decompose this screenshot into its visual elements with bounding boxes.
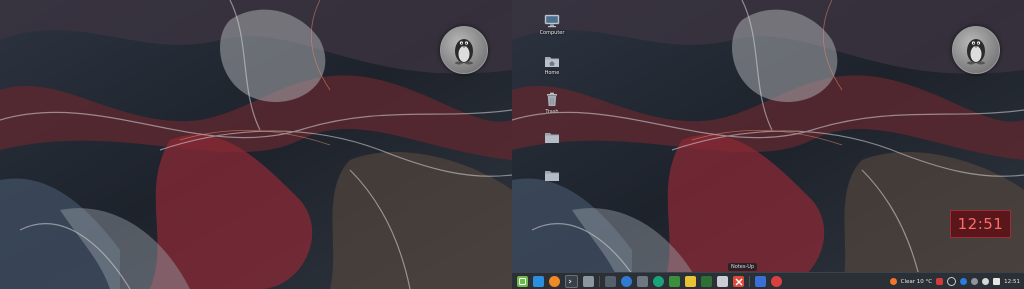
desktop-clock-widget: 12:51 [950, 210, 1011, 238]
right-monitor: Computer Home Trash 12:51 Notes-Up Clear… [512, 0, 1024, 289]
open-window-icon[interactable] [755, 276, 766, 287]
terminal-icon[interactable] [565, 275, 578, 288]
tux-badge [952, 26, 1000, 74]
bluetooth-icon[interactable] [960, 278, 968, 285]
show-desktop-icon[interactable] [533, 276, 544, 287]
mail-icon[interactable] [936, 278, 944, 285]
desktop-icon-folder[interactable] [532, 130, 572, 146]
settings-gear-icon[interactable] [621, 276, 632, 287]
taskbar-separator [599, 276, 600, 287]
battery-icon[interactable] [993, 278, 1001, 285]
taskbar-tooltip: Notes-Up [728, 263, 758, 271]
taskbar-clock[interactable]: 12:51 [1004, 279, 1020, 285]
wallpaper [0, 0, 512, 289]
system-tray: Clear 10 °C 12:51 [886, 277, 1020, 286]
network-icon[interactable] [971, 278, 979, 285]
mint-menu-icon[interactable] [517, 276, 528, 287]
desktop-icon-label: Trash [545, 109, 559, 115]
firefox-icon[interactable] [549, 276, 560, 287]
desktop-icon-label: Computer [539, 30, 565, 36]
files-icon[interactable] [583, 276, 594, 287]
monitor-icon [544, 14, 560, 28]
desktop-icon-trash[interactable]: Trash [532, 92, 572, 115]
tux-badge [440, 26, 488, 74]
xmind-icon[interactable] [733, 276, 744, 287]
taskbar-separator [749, 276, 750, 287]
folder-icon [545, 171, 559, 181]
shield-icon[interactable] [947, 277, 957, 286]
calc-app-icon[interactable] [701, 276, 712, 287]
weather-text[interactable]: Clear 10 °C [901, 279, 932, 285]
open-window-icon-2[interactable] [771, 276, 782, 287]
window-app-icon[interactable] [637, 276, 648, 287]
volume-icon[interactable] [982, 278, 990, 285]
spreadsheet-icon[interactable] [669, 276, 680, 287]
tux-icon [455, 39, 473, 65]
trash-icon [547, 92, 557, 106]
desktop-icon-computer[interactable]: Computer [532, 14, 572, 36]
tux-icon [967, 39, 985, 65]
folder-icon [545, 133, 559, 143]
weather-icon [889, 278, 897, 285]
taskbar: Clear 10 °C 12:51 [512, 272, 1024, 289]
left-monitor [0, 0, 512, 289]
desktop-icon-label: Home [544, 70, 560, 76]
media-player-icon[interactable] [653, 276, 664, 287]
screenshot-app-icon[interactable] [605, 276, 616, 287]
desktop-icon-home[interactable]: Home [532, 54, 572, 76]
notes-up-icon[interactable] [685, 276, 696, 287]
text-editor-icon[interactable] [717, 276, 728, 287]
home-folder-icon [545, 57, 559, 67]
desktop-icon-folder[interactable] [532, 168, 572, 184]
wallpaper [512, 0, 1024, 289]
